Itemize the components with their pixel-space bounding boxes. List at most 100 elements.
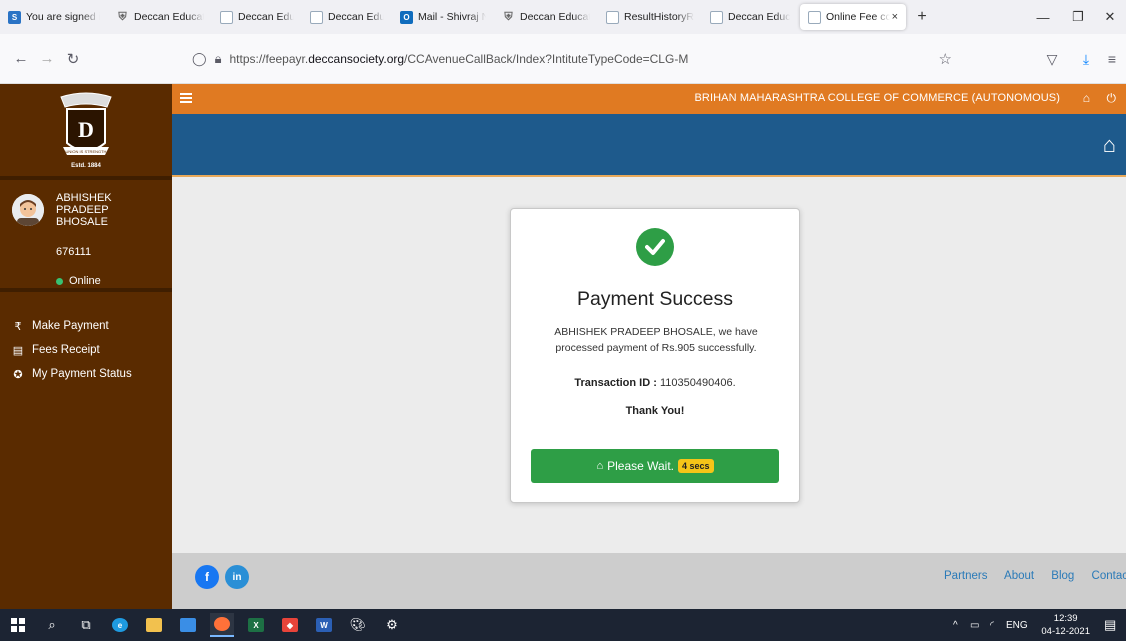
restore-icon[interactable]: ❐ [1060, 0, 1096, 34]
tab-label: Mail - Shivraj N [418, 11, 486, 23]
url-prefix: https://feepayr. [229, 52, 309, 66]
browser-tab-strip: S You are signed in ⛨ Deccan Education D… [0, 0, 1126, 34]
facebook-icon[interactable]: f [195, 565, 219, 589]
back-icon[interactable]: ← [8, 50, 34, 67]
clock-date: 04-12-2021 [1041, 626, 1090, 637]
clock-time: 12:39 [1053, 613, 1078, 624]
wait-label: Please Wait. [607, 459, 675, 473]
browser-tab-3[interactable]: Deccan Education [212, 0, 302, 34]
tab-label: Deccan Education [134, 11, 204, 23]
url-bar[interactable]: ◯ 🔒︎ https://feepayr. deccansociety.org/C… [192, 44, 952, 74]
user-name: ABHISHEK PRADEEP BHOSALE [56, 192, 112, 228]
s-app-icon: S [8, 10, 21, 24]
browser-tab-6[interactable]: ⛨ Deccan Education [494, 0, 598, 34]
download-icon[interactable]: ⤓ [1074, 34, 1098, 84]
footer-link-contact[interactable]: Contac [1092, 570, 1126, 582]
window-close-icon[interactable]: ✕ [1092, 0, 1126, 34]
browser-tab-8[interactable]: Deccan Education [702, 0, 798, 34]
page-icon [710, 10, 723, 24]
browser-nav-bar: ← → ↻ ◯ 🔒︎ https://feepayr. deccansociety… [0, 34, 1126, 84]
edge-icon[interactable]: e [108, 613, 132, 637]
hamburger-menu-icon[interactable] [180, 91, 192, 105]
crest-icon: D UNION IS STRENGTH Estd. 1884 [60, 92, 112, 169]
user-id: 676111 [56, 246, 92, 258]
lock-icon: 🔒︎ [214, 51, 222, 66]
sidebar: D UNION IS STRENGTH Estd. 1884 ABHISHEK … [0, 84, 172, 609]
settings-gear-icon[interactable]: ⚙ [380, 613, 404, 637]
countdown-badge: 4 secs [678, 459, 714, 473]
user-panel: ABHISHEK PRADEEP BHOSALE 676111 Online [0, 180, 172, 292]
svg-text:D: D [78, 117, 94, 142]
shield-icon: ◯ [192, 51, 207, 66]
home-icon[interactable]: ⌂ [1083, 84, 1090, 112]
estd-label: Estd. 1884 [71, 163, 101, 169]
home-icon[interactable]: ⌂ [1103, 132, 1116, 158]
browser-tab-active[interactable]: Online Fee cc × [800, 4, 906, 30]
please-wait-button[interactable]: ⌂ Please Wait. 4 secs [531, 449, 779, 483]
sidebar-item-label: My Payment Status [32, 368, 132, 380]
main-content: Payment Success ABHISHEK PRADEEP BHOSALE… [172, 177, 1126, 553]
outlook-icon: O [400, 10, 413, 24]
deccan-icon: ⛨ [504, 10, 513, 23]
sidebar-item-fees-receipt[interactable]: ▤ Fees Receipt [0, 338, 172, 362]
svg-text:UNION IS STRENGTH: UNION IS STRENGTH [66, 149, 107, 154]
page-icon [310, 10, 323, 24]
word-icon[interactable]: W [312, 613, 336, 637]
anydesk-icon[interactable]: ◆ [278, 613, 302, 637]
language-indicator[interactable]: ENG [1006, 609, 1028, 641]
url-host: deccansociety.org [308, 52, 405, 66]
forward-icon[interactable]: → [34, 50, 60, 67]
payment-title: Payment Success [576, 288, 734, 310]
wifi-icon[interactable]: ◜ [990, 609, 994, 641]
sidebar-item-make-payment[interactable]: ₹ Make Payment [0, 314, 172, 338]
firefox-icon[interactable] [210, 613, 234, 637]
rupee-icon: ₹ [14, 320, 22, 333]
transaction-id: Transaction ID : 110350490406. [574, 377, 736, 389]
app-banner: ⌂ [172, 112, 1126, 177]
close-tab-icon[interactable]: × [892, 11, 898, 23]
online-dot-icon [56, 277, 63, 285]
sidebar-item-label: Fees Receipt [32, 344, 100, 356]
page-icon [808, 10, 821, 24]
user-status: Online [56, 275, 101, 287]
paint-icon[interactable]: 🎨︎ [346, 613, 370, 637]
tray-chevron-icon[interactable]: ^ [953, 609, 958, 641]
page-icon [606, 10, 619, 24]
deccan-icon: ⛨ [118, 10, 127, 23]
reload-icon[interactable]: ↻ [60, 50, 86, 68]
tab-label: Deccan Education [520, 11, 590, 23]
thank-you-text: Thank You! [625, 405, 685, 417]
notification-icon[interactable]: ▤ [1104, 609, 1116, 641]
tab-label: Deccan Education [238, 11, 294, 23]
bookmark-star-icon[interactable]: ☆ [939, 50, 952, 68]
sidebar-item-payment-status[interactable]: ✪ My Payment Status [0, 362, 172, 386]
payment-message: ABHISHEK PRADEEP BHOSALE, we have proces… [554, 326, 758, 354]
browser-tab-2[interactable]: ⛨ Deccan Education [108, 0, 212, 34]
college-logo: D UNION IS STRENGTH Estd. 1884 [0, 84, 172, 180]
browser-tab-5[interactable]: O Mail - Shivraj N [392, 0, 494, 34]
footer-link-about[interactable]: About [1004, 570, 1034, 582]
home-icon: ⌂ [596, 460, 604, 472]
system-clock[interactable]: 12:39 04-12-2021 [1041, 612, 1090, 638]
task-view-icon[interactable]: ⧉ [74, 613, 98, 637]
mail-icon[interactable] [176, 613, 200, 637]
payment-success-card: Payment Success ABHISHEK PRADEEP BHOSALE… [510, 208, 800, 503]
menu-icon[interactable]: ≡ [1100, 34, 1124, 84]
browser-tab-4[interactable]: Deccan Education [302, 0, 392, 34]
linkedin-icon[interactable]: in [225, 565, 249, 589]
footer-link-blog[interactable]: Blog [1051, 570, 1074, 582]
browser-tab-1[interactable]: S You are signed in [0, 0, 108, 34]
tab-label: ResultHistoryRe [624, 11, 694, 23]
pocket-icon[interactable]: ▽ [1040, 34, 1064, 84]
footer-link-partners[interactable]: Partners [944, 570, 987, 582]
new-tab-button[interactable]: + [908, 8, 936, 26]
browser-tab-7[interactable]: ResultHistoryRe [598, 0, 702, 34]
file-explorer-icon[interactable] [142, 613, 166, 637]
search-icon[interactable]: ⌕ [40, 613, 64, 637]
windows-start-icon[interactable] [6, 613, 30, 637]
power-icon[interactable]: ⏻ [1107, 84, 1117, 112]
battery-icon[interactable]: ▭ [970, 609, 979, 641]
excel-icon[interactable]: X [244, 613, 268, 637]
minimize-icon[interactable]: — [1025, 0, 1061, 34]
tab-label: You are signed in [26, 11, 100, 23]
